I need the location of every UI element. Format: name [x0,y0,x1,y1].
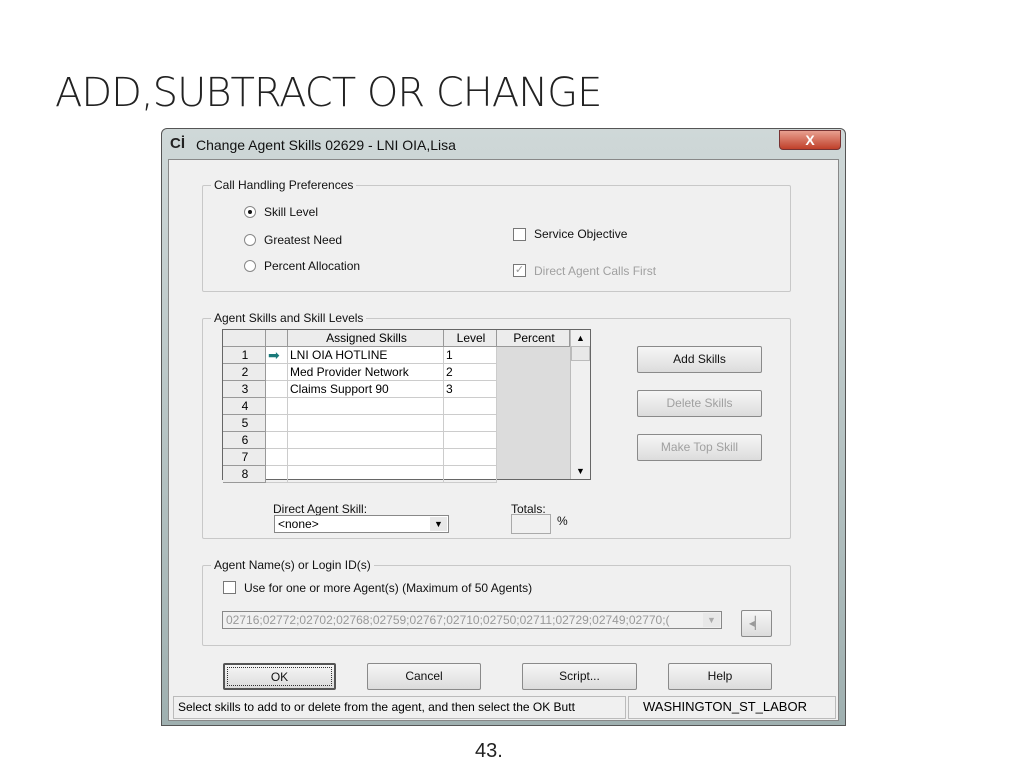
row-number[interactable]: 8 [223,466,266,483]
title-bar[interactable]: Cİ Change Agent Skills 02629 - LNI OIA,L… [162,129,845,159]
row-number[interactable]: 6 [223,432,266,449]
dialog-client: Call Handling Preferences Skill Level Gr… [168,159,839,721]
direct-agent-skill-select[interactable]: <none> ▼ [274,515,449,533]
totals-field [511,514,551,534]
row-number[interactable]: 3 [223,381,266,398]
scroll-up-icon[interactable]: ▲ [571,330,590,346]
skills-grid[interactable]: Assigned Skills Level Percent ▲ ▼ 1 ➡ LNI … [222,329,591,483]
row-indicator [266,432,288,449]
skill-cell[interactable]: Med Provider Network [288,364,444,381]
row-indicator [266,466,288,483]
skill-level-label: Skill Level [264,205,319,219]
skill-cell[interactable]: Claims Support 90 [288,381,444,398]
row-indicator [266,364,288,381]
skill-cell[interactable] [288,415,444,432]
level-cell[interactable] [444,432,497,449]
use-multiple-agents-label: Use for one or more Agent(s) (Maximum of… [244,581,533,595]
skill-cell[interactable] [288,398,444,415]
level-cell[interactable] [444,449,497,466]
browse-agents-button[interactable]: ◂▏ [741,610,772,637]
ok-button[interactable]: OK [223,663,336,690]
level-cell[interactable] [444,415,497,432]
greatest-need-radio[interactable] [244,234,256,246]
change-agent-skills-dialog: Cİ Change Agent Skills 02629 - LNI OIA,L… [161,128,846,726]
row-number[interactable]: 1 [223,347,266,364]
group-label: Call Handling Preferences [211,178,357,192]
level-cell[interactable]: 3 [444,381,497,398]
row-indicator [266,381,288,398]
row-indicator [266,449,288,466]
close-button[interactable]: X [779,130,841,150]
percent-allocation-radio[interactable] [244,260,256,272]
headset-app-icon: Cİ [170,135,185,152]
agent-ids-select[interactable]: 02716;02772;02702;02768;02759;02767;0271… [222,611,722,629]
slide-title: ADD,SUBTRACT OR CHANGE [55,70,602,116]
skill-cell[interactable] [288,449,444,466]
chevron-down-icon[interactable]: ▼ [430,517,447,531]
dialog-title: Change Agent Skills 02629 - LNI OIA,Lisa [196,137,456,153]
row-indicator: ➡ [266,347,288,364]
arrow-left-icon: ◂▏ [748,616,765,630]
direct-agent-calls-first-checkbox[interactable]: ✓ [513,264,526,277]
assigned-skills-header[interactable]: Assigned Skills [288,330,444,347]
page-number: 43. [475,740,503,762]
direct-agent-skill-label: Direct Agent Skill: [273,502,368,516]
group-label: Agent Name(s) or Login ID(s) [211,558,374,572]
direct-agent-skill-value: <none> [278,517,319,531]
delete-skills-button[interactable]: Delete Skills [637,390,762,417]
use-multiple-agents-checkbox[interactable] [223,581,236,594]
row-number[interactable]: 4 [223,398,266,415]
row-number[interactable]: 7 [223,449,266,466]
percent-header[interactable]: Percent [497,330,570,347]
indicator-header [266,330,288,347]
corner-header [223,330,266,347]
chevron-down-icon[interactable]: ▼ [703,613,720,627]
percent-allocation-label: Percent Allocation [264,259,361,273]
service-objective-checkbox[interactable] [513,228,526,241]
add-skills-button[interactable]: Add Skills [637,346,762,373]
make-top-skill-button[interactable]: Make Top Skill [637,434,762,461]
skill-cell[interactable] [288,466,444,483]
direct-agent-calls-first-label: Direct Agent Calls First [534,264,657,278]
script-button[interactable]: Script... [522,663,637,690]
scroll-thumb[interactable] [571,346,590,361]
level-cell[interactable]: 2 [444,364,497,381]
service-objective-label: Service Objective [534,227,628,241]
agent-names-group: Agent Name(s) or Login ID(s) [202,558,791,646]
percent-column-disabled [497,347,570,479]
agent-ids-value: 02716;02772;02702;02768;02759;02767;0271… [226,613,670,627]
grid-scrollbar[interactable]: ▲ ▼ [570,330,590,479]
cancel-button[interactable]: Cancel [367,663,481,690]
percent-sign: % [557,514,568,528]
scroll-down-icon[interactable]: ▼ [571,463,590,479]
skill-cell[interactable] [288,432,444,449]
skill-cell[interactable]: LNI OIA HOTLINE [288,347,444,364]
level-cell[interactable] [444,398,497,415]
row-indicator [266,398,288,415]
level-header[interactable]: Level [444,330,497,347]
row-number[interactable]: 5 [223,415,266,432]
skill-level-radio[interactable] [244,206,256,218]
row-indicator [266,415,288,432]
row-number[interactable]: 2 [223,364,266,381]
help-button[interactable]: Help [668,663,772,690]
greatest-need-label: Greatest Need [264,233,343,247]
level-cell[interactable] [444,466,497,483]
status-message: Select skills to add to or delete from t… [173,696,626,719]
current-row-arrow-icon: ➡ [268,347,280,363]
level-cell[interactable]: 1 [444,347,497,364]
status-site: WASHINGTON_ST_LABOR [628,696,836,719]
group-label: Agent Skills and Skill Levels [211,311,367,325]
